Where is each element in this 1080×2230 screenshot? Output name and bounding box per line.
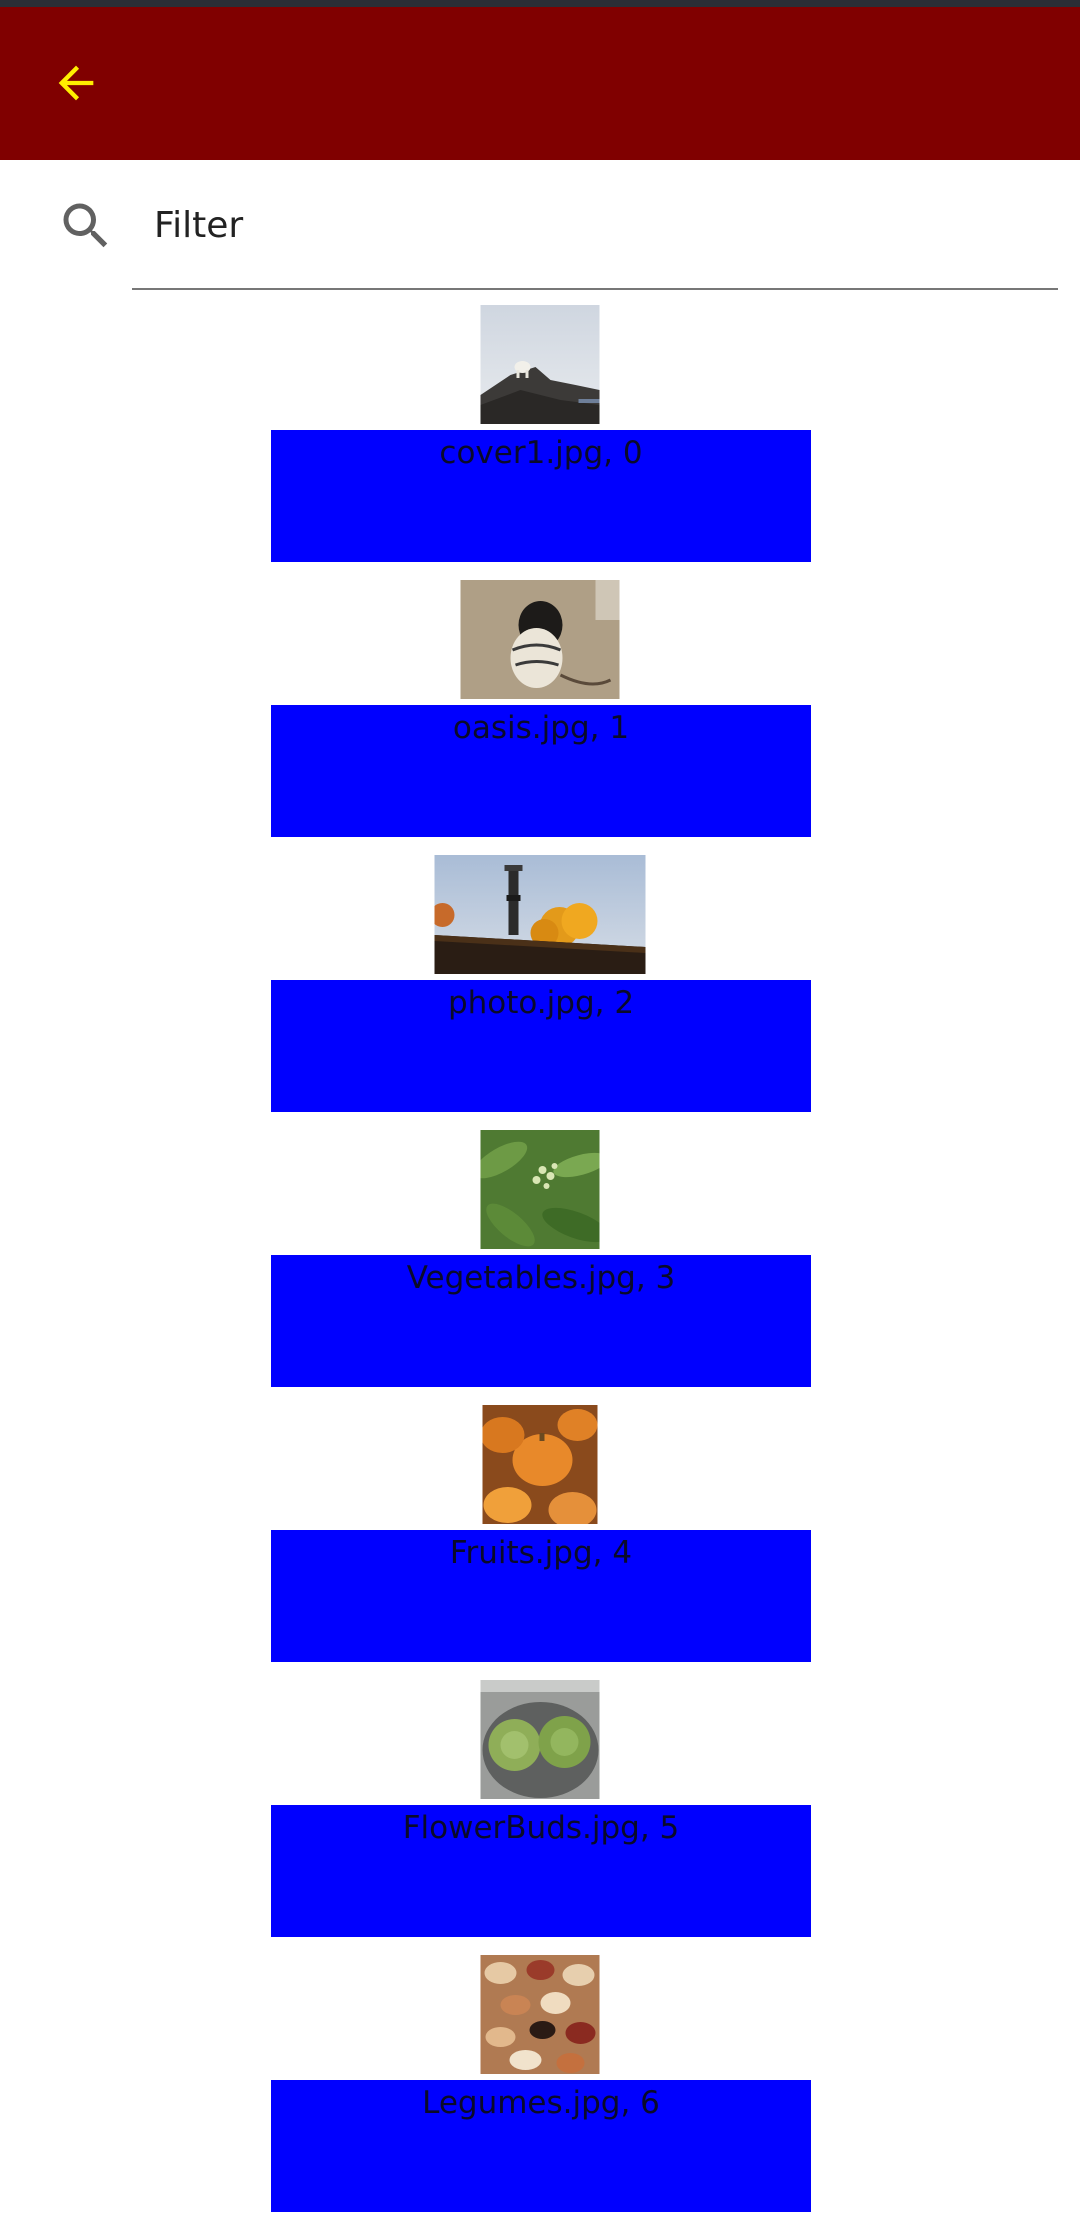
filter-bar — [0, 160, 1080, 290]
list-item[interactable]: Vegetables.jpg, 3 — [0, 1130, 1080, 1405]
item-caption: FlowerBuds.jpg, 5 — [271, 1805, 811, 1937]
image-list: cover1.jpg, 0 oasis.jpg, 1 photo.jpg, 2 … — [0, 305, 1080, 2230]
arrow-back-icon — [58, 65, 94, 101]
list-item[interactable]: oasis.jpg, 1 — [0, 580, 1080, 855]
thumbnail-image — [460, 580, 620, 699]
status-bar — [0, 0, 1080, 7]
item-caption: Fruits.jpg, 4 — [271, 1530, 811, 1662]
thumbnail-image — [480, 305, 600, 424]
thumbnail-image — [482, 1405, 598, 1524]
search-icon — [63, 203, 108, 248]
item-caption: photo.jpg, 2 — [271, 980, 811, 1112]
list-item[interactable]: photo.jpg, 2 — [0, 855, 1080, 1130]
app-bar — [0, 7, 1080, 160]
list-item[interactable]: Fruits.jpg, 4 — [0, 1405, 1080, 1680]
list-item[interactable]: FlowerBuds.jpg, 5 — [0, 1680, 1080, 1955]
list-item[interactable]: Legumes.jpg, 6 — [0, 1955, 1080, 2230]
item-caption: Legumes.jpg, 6 — [271, 2080, 811, 2212]
list-item[interactable]: cover1.jpg, 0 — [0, 305, 1080, 580]
back-button[interactable] — [40, 47, 112, 119]
thumbnail-image — [480, 1680, 600, 1799]
filter-underline — [132, 288, 1058, 290]
filter-input[interactable] — [132, 190, 1052, 260]
item-caption: Vegetables.jpg, 3 — [271, 1255, 811, 1387]
thumbnail-image — [434, 855, 646, 974]
item-caption: cover1.jpg, 0 — [271, 430, 811, 562]
thumbnail-image — [480, 1130, 600, 1249]
thumbnail-image — [480, 1955, 600, 2074]
item-caption: oasis.jpg, 1 — [271, 705, 811, 837]
